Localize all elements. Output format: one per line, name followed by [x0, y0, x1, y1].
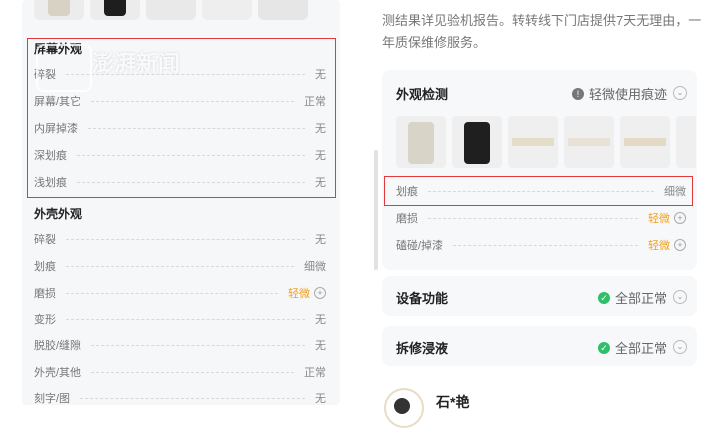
list-item: 变形 无: [34, 311, 326, 327]
row-value: 细微: [664, 186, 686, 198]
plus-circle-icon[interactable]: +: [674, 212, 686, 224]
dotted-divider: [428, 190, 654, 192]
thumbnail[interactable]: [146, 0, 196, 20]
function-status: ✓ 全部正常: [597, 288, 667, 307]
plus-circle-icon[interactable]: +: [674, 239, 686, 251]
list-item: 划痕 细微: [34, 258, 326, 274]
avatar-image: [394, 398, 410, 414]
appearance-title: 外观检测: [396, 87, 449, 102]
list-item: 脱胶/缝隙 无: [34, 337, 326, 353]
plus-circle-icon[interactable]: +: [314, 287, 326, 299]
list-item: 刻字/图 无: [34, 390, 326, 406]
chevron-down-icon[interactable]: ⌄: [673, 340, 687, 354]
row-value: 轻微: [648, 240, 670, 252]
row-label: 划痕: [396, 186, 418, 198]
row-value: 轻微: [288, 288, 310, 300]
scrollbar[interactable]: [374, 150, 378, 270]
device-photo[interactable]: [396, 116, 446, 168]
row-value: 无: [315, 393, 326, 405]
row-label: 变形: [34, 314, 56, 326]
repair-status: ✓ 全部正常: [597, 338, 667, 357]
row-value: 正常: [304, 367, 326, 379]
thumbnail[interactable]: [202, 0, 252, 20]
shell-section-title: 外壳外观: [34, 207, 83, 221]
watermark: 澎湃新闻: [92, 51, 181, 76]
thumbnail[interactable]: [258, 0, 308, 20]
device-photo[interactable]: [676, 116, 696, 168]
row-value: 无: [315, 314, 326, 326]
thumbnail[interactable]: [34, 0, 84, 20]
repair-status-label: 全部正常: [614, 341, 667, 356]
appearance-status[interactable]: ! 轻微使用痕迹: [571, 84, 667, 103]
thumbnail-strip: [34, 0, 334, 22]
photo-strip: [396, 116, 696, 168]
check-icon: ✓: [597, 291, 610, 304]
dotted-divider: [428, 217, 638, 219]
user-name: 石*艳: [436, 394, 470, 410]
row-value: 细微: [304, 261, 326, 273]
row-label: 磨损: [34, 288, 56, 300]
row-value: 无: [315, 340, 326, 352]
intro-text: 测结果详见验机报告。转转线下门店提供7天无理由，一年质保维修服务。: [382, 13, 702, 50]
repair-title: 拆修浸液: [396, 341, 449, 356]
chevron-down-icon[interactable]: ⌄: [673, 86, 687, 100]
dotted-divider: [91, 344, 305, 346]
list-item: 磨损 轻微 +: [34, 285, 326, 301]
device-photo[interactable]: [564, 116, 614, 168]
device-photo[interactable]: [508, 116, 558, 168]
row-label: 脱胶/缝隙: [34, 340, 82, 352]
info-icon: !: [571, 87, 584, 100]
row-label: 刻字/图: [34, 393, 71, 405]
repair-card[interactable]: 拆修浸液 ✓ 全部正常 ⌄: [382, 326, 697, 366]
row-label: 划痕: [34, 261, 56, 273]
watermark-logo: [36, 44, 92, 92]
row-value: 无: [315, 234, 326, 246]
dotted-divider: [453, 244, 638, 246]
thumbnail[interactable]: [90, 0, 140, 20]
list-item: 外壳/其他 正常: [34, 364, 326, 380]
dotted-divider: [66, 238, 305, 240]
row-label: 磕碰/掉漆: [396, 240, 444, 252]
row-label: 外壳/其他: [34, 367, 82, 379]
dotted-divider: [66, 318, 305, 320]
list-item: 磨损 轻微 +: [396, 210, 686, 226]
list-item: 磕碰/掉漆 轻微 +: [396, 237, 686, 253]
check-icon: ✓: [597, 341, 610, 354]
function-title: 设备功能: [396, 291, 449, 306]
list-item: 划痕 细微: [396, 183, 686, 199]
device-photo[interactable]: [452, 116, 502, 168]
device-photo[interactable]: [620, 116, 670, 168]
function-status-label: 全部正常: [614, 291, 667, 306]
row-label: 碎裂: [34, 234, 56, 246]
dotted-divider: [80, 397, 305, 399]
dotted-divider: [91, 371, 294, 373]
row-label: 磨损: [396, 213, 418, 225]
appearance-status-label: 轻微使用痕迹: [588, 87, 667, 102]
dotted-divider: [66, 292, 278, 294]
row-value: 轻微: [648, 213, 670, 225]
chevron-down-icon[interactable]: ⌄: [673, 290, 687, 304]
function-card[interactable]: 设备功能 ✓ 全部正常 ⌄: [382, 276, 697, 316]
list-item: 碎裂 无: [34, 231, 326, 247]
dotted-divider: [66, 265, 294, 267]
